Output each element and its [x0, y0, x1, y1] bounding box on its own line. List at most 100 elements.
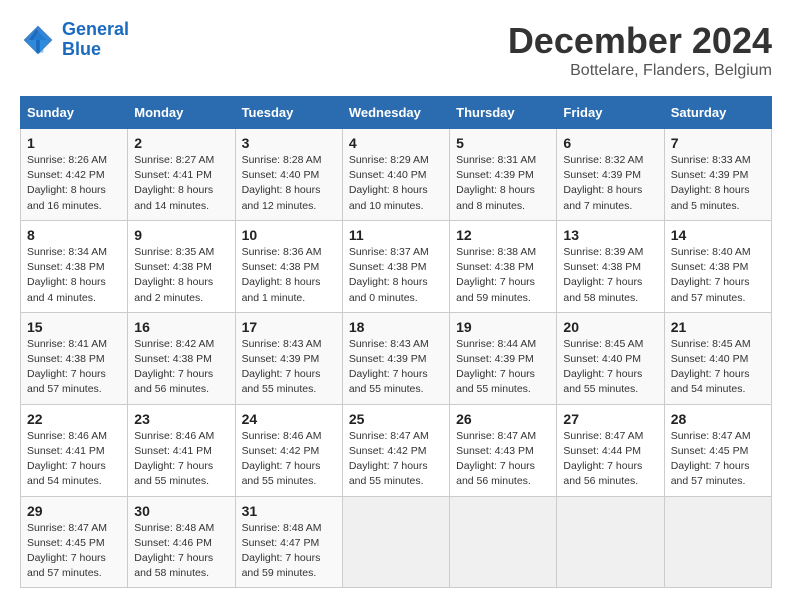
calendar-cell: 28 Sunrise: 8:47 AM Sunset: 4:45 PM Dayli… — [664, 404, 771, 496]
day-info: Sunrise: 8:28 AM Sunset: 4:40 PM Dayligh… — [242, 153, 336, 214]
calendar-cell: 8 Sunrise: 8:34 AM Sunset: 4:38 PM Daylig… — [21, 220, 128, 312]
day-number: 27 — [563, 411, 657, 427]
day-info: Sunrise: 8:40 AM Sunset: 4:38 PM Dayligh… — [671, 245, 765, 306]
column-header-thursday: Thursday — [450, 97, 557, 129]
week-row-5: 29Sunrise: 8:47 AM Sunset: 4:45 PM Dayli… — [21, 496, 772, 588]
column-header-tuesday: Tuesday — [235, 97, 342, 129]
calendar-cell: 14 Sunrise: 8:40 AM Sunset: 4:38 PM Dayli… — [664, 220, 771, 312]
calendar-cell: 30 Sunrise: 8:48 AM Sunset: 4:46 PM Dayli… — [128, 496, 235, 588]
calendar-cell: 29Sunrise: 8:47 AM Sunset: 4:45 PM Dayli… — [21, 496, 128, 588]
calendar-cell: 5 Sunrise: 8:31 AM Sunset: 4:39 PM Daylig… — [450, 129, 557, 221]
day-number: 2 — [134, 135, 228, 151]
logo-line1: General — [62, 19, 129, 39]
calendar-cell: 2 Sunrise: 8:27 AM Sunset: 4:41 PM Daylig… — [128, 129, 235, 221]
day-info: Sunrise: 8:46 AM Sunset: 4:41 PM Dayligh… — [27, 429, 121, 490]
day-info: Sunrise: 8:32 AM Sunset: 4:39 PM Dayligh… — [563, 153, 657, 214]
day-info: Sunrise: 8:47 AM Sunset: 4:45 PM Dayligh… — [671, 429, 765, 490]
day-info: Sunrise: 8:33 AM Sunset: 4:39 PM Dayligh… — [671, 153, 765, 214]
location-subtitle: Bottelare, Flanders, Belgium — [508, 62, 772, 80]
logo: General Blue — [20, 20, 129, 60]
day-info: Sunrise: 8:46 AM Sunset: 4:42 PM Dayligh… — [242, 429, 336, 490]
day-number: 15 — [27, 319, 121, 335]
calendar-cell: 21 Sunrise: 8:45 AM Sunset: 4:40 PM Dayli… — [664, 312, 771, 404]
day-info: Sunrise: 8:41 AM Sunset: 4:38 PM Dayligh… — [27, 337, 121, 398]
calendar-cell: 6 Sunrise: 8:32 AM Sunset: 4:39 PM Daylig… — [557, 129, 664, 221]
week-row-1: 1Sunrise: 8:26 AM Sunset: 4:42 PM Daylig… — [21, 129, 772, 221]
column-header-saturday: Saturday — [664, 97, 771, 129]
day-number: 4 — [349, 135, 443, 151]
day-info: Sunrise: 8:48 AM Sunset: 4:47 PM Dayligh… — [242, 521, 336, 582]
calendar-cell: 1Sunrise: 8:26 AM Sunset: 4:42 PM Daylig… — [21, 129, 128, 221]
day-number: 6 — [563, 135, 657, 151]
day-info: Sunrise: 8:39 AM Sunset: 4:38 PM Dayligh… — [563, 245, 657, 306]
day-info: Sunrise: 8:46 AM Sunset: 4:41 PM Dayligh… — [134, 429, 228, 490]
week-row-3: 15 Sunrise: 8:41 AM Sunset: 4:38 PM Dayli… — [21, 312, 772, 404]
calendar-cell: 3Sunrise: 8:28 AM Sunset: 4:40 PM Daylig… — [235, 129, 342, 221]
calendar-cell — [342, 496, 449, 588]
day-number: 20 — [563, 319, 657, 335]
day-info: Sunrise: 8:36 AM Sunset: 4:38 PM Dayligh… — [242, 245, 336, 306]
calendar-cell — [664, 496, 771, 588]
calendar-cell — [557, 496, 664, 588]
column-header-sunday: Sunday — [21, 97, 128, 129]
day-info: Sunrise: 8:47 AM Sunset: 4:42 PM Dayligh… — [349, 429, 443, 490]
calendar-cell: 23 Sunrise: 8:46 AM Sunset: 4:41 PM Dayli… — [128, 404, 235, 496]
logo-text: General Blue — [62, 20, 129, 60]
day-info: Sunrise: 8:37 AM Sunset: 4:38 PM Dayligh… — [349, 245, 443, 306]
day-number: 12 — [456, 227, 550, 243]
day-info: Sunrise: 8:27 AM Sunset: 4:41 PM Dayligh… — [134, 153, 228, 214]
day-number: 22 — [27, 411, 121, 427]
title-area: December 2024 Bottelare, Flanders, Belgi… — [508, 20, 772, 80]
day-number: 21 — [671, 319, 765, 335]
column-header-friday: Friday — [557, 97, 664, 129]
day-info: Sunrise: 8:47 AM Sunset: 4:45 PM Dayligh… — [27, 521, 121, 582]
day-number: 8 — [27, 227, 121, 243]
day-number: 11 — [349, 227, 443, 243]
calendar-table: SundayMondayTuesdayWednesdayThursdayFrid… — [20, 96, 772, 588]
day-number: 7 — [671, 135, 765, 151]
column-header-monday: Monday — [128, 97, 235, 129]
day-info: Sunrise: 8:45 AM Sunset: 4:40 PM Dayligh… — [563, 337, 657, 398]
calendar-cell: 18Sunrise: 8:43 AM Sunset: 4:39 PM Dayli… — [342, 312, 449, 404]
day-info: Sunrise: 8:47 AM Sunset: 4:44 PM Dayligh… — [563, 429, 657, 490]
day-number: 24 — [242, 411, 336, 427]
day-info: Sunrise: 8:48 AM Sunset: 4:46 PM Dayligh… — [134, 521, 228, 582]
calendar-header-row: SundayMondayTuesdayWednesdayThursdayFrid… — [21, 97, 772, 129]
day-number: 1 — [27, 135, 121, 151]
day-number: 25 — [349, 411, 443, 427]
day-info: Sunrise: 8:35 AM Sunset: 4:38 PM Dayligh… — [134, 245, 228, 306]
calendar-cell: 4Sunrise: 8:29 AM Sunset: 4:40 PM Daylig… — [342, 129, 449, 221]
day-info: Sunrise: 8:42 AM Sunset: 4:38 PM Dayligh… — [134, 337, 228, 398]
calendar-cell: 22 Sunrise: 8:46 AM Sunset: 4:41 PM Dayli… — [21, 404, 128, 496]
day-number: 9 — [134, 227, 228, 243]
logo-icon — [20, 22, 56, 58]
calendar-cell: 11 Sunrise: 8:37 AM Sunset: 4:38 PM Dayli… — [342, 220, 449, 312]
day-number: 5 — [456, 135, 550, 151]
calendar-cell: 7 Sunrise: 8:33 AM Sunset: 4:39 PM Daylig… — [664, 129, 771, 221]
day-number: 13 — [563, 227, 657, 243]
day-number: 23 — [134, 411, 228, 427]
day-info: Sunrise: 8:45 AM Sunset: 4:40 PM Dayligh… — [671, 337, 765, 398]
day-number: 10 — [242, 227, 336, 243]
day-number: 19 — [456, 319, 550, 335]
day-number: 28 — [671, 411, 765, 427]
calendar-cell: 15 Sunrise: 8:41 AM Sunset: 4:38 PM Dayli… — [21, 312, 128, 404]
day-number: 16 — [134, 319, 228, 335]
week-row-4: 22 Sunrise: 8:46 AM Sunset: 4:41 PM Dayli… — [21, 404, 772, 496]
calendar-cell: 9 Sunrise: 8:35 AM Sunset: 4:38 PM Daylig… — [128, 220, 235, 312]
day-info: Sunrise: 8:38 AM Sunset: 4:38 PM Dayligh… — [456, 245, 550, 306]
calendar-cell — [450, 496, 557, 588]
day-info: Sunrise: 8:34 AM Sunset: 4:38 PM Dayligh… — [27, 245, 121, 306]
day-number: 14 — [671, 227, 765, 243]
day-number: 30 — [134, 503, 228, 519]
calendar-cell: 10 Sunrise: 8:36 AM Sunset: 4:38 PM Dayli… — [235, 220, 342, 312]
calendar-cell: 17Sunrise: 8:43 AM Sunset: 4:39 PM Dayli… — [235, 312, 342, 404]
day-number: 31 — [242, 503, 336, 519]
day-info: Sunrise: 8:44 AM Sunset: 4:39 PM Dayligh… — [456, 337, 550, 398]
logo-line2: Blue — [62, 39, 101, 59]
calendar-cell: 31 Sunrise: 8:48 AM Sunset: 4:47 PM Dayli… — [235, 496, 342, 588]
calendar-cell: 13 Sunrise: 8:39 AM Sunset: 4:38 PM Dayli… — [557, 220, 664, 312]
day-info: Sunrise: 8:31 AM Sunset: 4:39 PM Dayligh… — [456, 153, 550, 214]
page-header: General Blue December 2024 Bottelare, Fl… — [20, 20, 772, 80]
day-number: 18 — [349, 319, 443, 335]
